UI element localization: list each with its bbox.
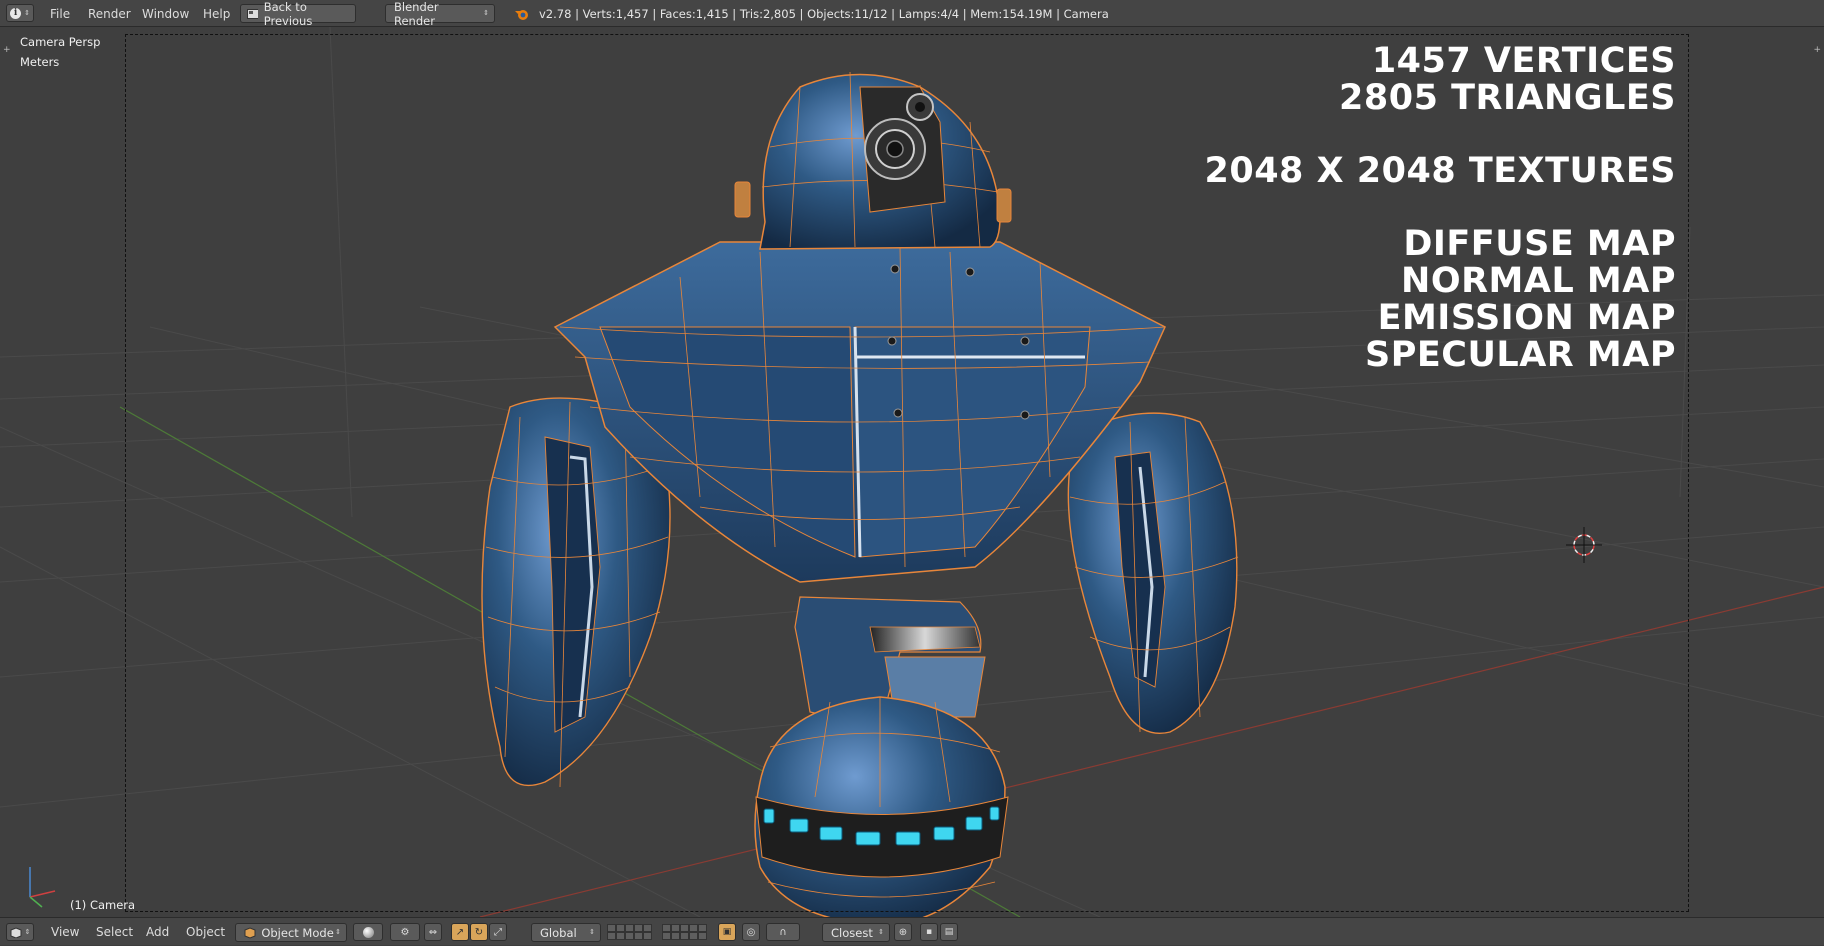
stats-overlay: 1457 VERTICES 2805 TRIANGLES 2048 X 2048… [1205, 43, 1677, 374]
3d-view-icon [10, 926, 22, 938]
object-mode-icon [244, 926, 256, 939]
snap-options-icon: ⊕ [898, 926, 908, 938]
menu-object[interactable]: Object [186, 918, 225, 946]
menu-select[interactable]: Select [96, 918, 133, 946]
arrow-icon: ↗ [455, 926, 465, 938]
menu-render[interactable]: Render [88, 0, 131, 27]
chevron-updown-icon: ⇕ [24, 927, 31, 936]
chevron-updown-icon: ⇕ [589, 928, 595, 936]
overlay-vertices: 1457 VERTICES [1371, 41, 1676, 81]
layer-buttons-a[interactable] [607, 924, 652, 940]
overlay-specular: SPECULAR MAP [1365, 335, 1676, 375]
overlay-emission: EMISSION MAP [1377, 298, 1676, 338]
units-label: Meters [20, 55, 60, 69]
lock-layers-button[interactable]: ▣ [718, 923, 736, 941]
render-engine-dropdown[interactable]: Blender Render ⇕ [385, 0, 495, 28]
orientation-label: Global [540, 925, 577, 940]
info-icon: i [10, 7, 22, 19]
proportional-icon: ◎ [746, 926, 756, 938]
manipulator-toggle[interactable]: ⇔ [424, 923, 442, 941]
rotate-icon: ↻ [474, 926, 484, 938]
scale-manipulator-button[interactable]: ⤢ [489, 923, 507, 941]
camera-icon: ▪ [925, 927, 933, 937]
pivot-icon: ⚙ [400, 926, 410, 938]
mode-dropdown[interactable]: Object Mode ⇕ [235, 923, 347, 942]
snap-target-dropdown[interactable]: Closest ⇕ [822, 923, 890, 942]
pivot-point-button[interactable]: ⚙ [390, 923, 420, 941]
view-name: Camera Persp [20, 35, 101, 49]
overlay-diffuse: DIFFUSE MAP [1403, 224, 1676, 264]
render-still-button[interactable]: ▪ [920, 923, 938, 941]
active-object-label: (1) Camera [70, 898, 136, 912]
render-engine-label: Blender Render [394, 0, 439, 28]
lock-icon: ▣ [722, 927, 732, 937]
manipulator-icon: ⇔ [428, 926, 438, 938]
translate-manipulator-button[interactable]: ↗ [451, 923, 469, 941]
menu-file[interactable]: File [50, 0, 70, 27]
render-animation-button[interactable]: ▤ [940, 923, 958, 941]
menu-view[interactable]: View [51, 918, 79, 946]
orientation-dropdown[interactable]: Global ⇕ [531, 923, 601, 942]
overlay-normal: NORMAL MAP [1401, 261, 1676, 301]
clapper-icon: ▤ [944, 927, 954, 937]
snap-options-button[interactable]: ⊕ [894, 923, 912, 941]
proportional-edit-button[interactable]: ◎ [742, 923, 760, 941]
blender-logo-icon [515, 10, 528, 20]
layer-buttons-b[interactable] [662, 924, 707, 940]
screen-back-icon [247, 8, 258, 19]
chevron-updown-icon: ⇕ [483, 9, 489, 17]
magnet-icon: ∩ [779, 926, 787, 938]
scene-stats: v2.78 | Verts:1,457 | Faces:1,415 | Tris… [539, 6, 1109, 21]
toolshelf-toggle[interactable]: + [3, 45, 11, 55]
overlay-triangles: 2805 TRIANGLES [1339, 78, 1676, 118]
info-header: i ⇕ File Render Window Help Back to Prev… [0, 0, 1824, 28]
editor-type-button[interactable]: i ⇕ [6, 4, 34, 22]
3d-viewport[interactable]: Camera Persp Meters (1) Camera + + 1457 … [0, 27, 1824, 917]
properties-toggle[interactable]: + [1813, 45, 1821, 55]
shading-sphere-icon [362, 926, 374, 938]
back-to-previous-button[interactable]: Back to Previous [240, 0, 356, 28]
editor-type-button[interactable]: ⇕ [6, 923, 34, 941]
chevron-updown-icon: ⇕ [335, 928, 341, 936]
chevron-updown-icon: ⇕ [878, 928, 884, 936]
overlay-textures: 2048 X 2048 TEXTURES [1204, 151, 1676, 191]
menu-help[interactable]: Help [203, 0, 230, 27]
menu-add[interactable]: Add [146, 918, 169, 946]
axis-gizmo-icon [29, 867, 56, 908]
viewport-shading-button[interactable] [353, 923, 383, 941]
menu-window[interactable]: Window [142, 0, 189, 27]
scale-icon: ⤢ [494, 926, 502, 938]
back-to-previous-label: Back to Previous [263, 0, 313, 28]
snap-toggle-button[interactable]: ∩ [766, 923, 800, 941]
mode-label: Object Mode [261, 925, 334, 940]
rotate-manipulator-button[interactable]: ↻ [470, 923, 488, 941]
snap-target-label: Closest [831, 925, 873, 940]
chevron-updown-icon: ⇕ [24, 8, 30, 17]
3d-view-header: ⇕ View Select Add Object Object Mode ⇕ ⚙… [0, 917, 1824, 945]
